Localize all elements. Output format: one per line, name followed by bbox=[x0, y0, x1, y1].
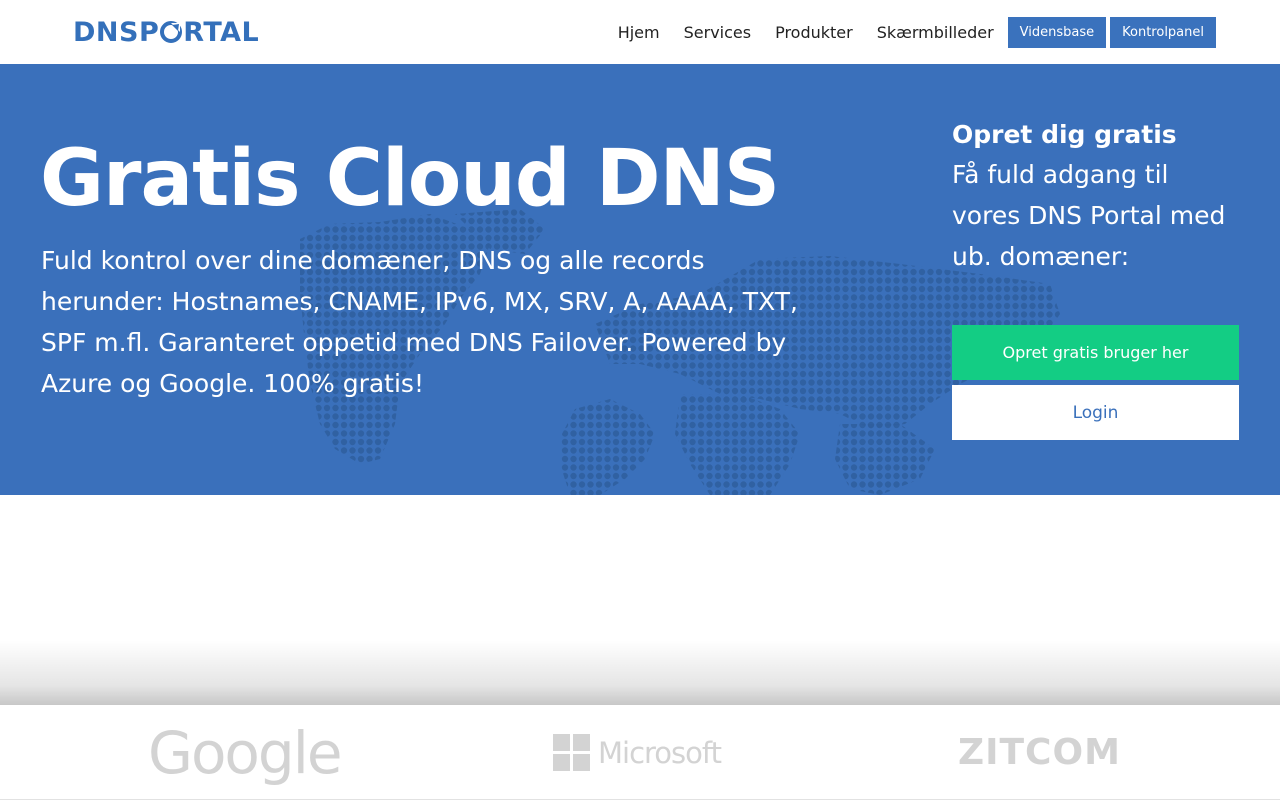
hero-description: Fuld kontrol over dine domæner, DNS og a… bbox=[41, 246, 798, 398]
main-nav: Hjem Services Produkter Skærmbilleder Vi… bbox=[594, 17, 1216, 48]
nav-services[interactable]: Services bbox=[684, 23, 751, 42]
zitcom-logo: ZITCOM bbox=[958, 705, 1121, 800]
dnsportal-logo[interactable]: DNSP RTAL bbox=[73, 15, 259, 49]
nav-home[interactable]: Hjem bbox=[618, 23, 660, 42]
logo-text-left: DNSP bbox=[73, 16, 160, 48]
signup-title: Opret dig gratis bbox=[952, 120, 1177, 149]
windows-logo-icon bbox=[553, 734, 590, 771]
microsoft-logo: Microsoft bbox=[553, 705, 722, 800]
logo-text-right: RTAL bbox=[183, 16, 260, 48]
control-panel-button[interactable]: Kontrolpanel bbox=[1110, 17, 1216, 48]
microsoft-logo-text: Microsoft bbox=[598, 735, 722, 770]
logo-o-arrow-icon bbox=[160, 21, 183, 43]
hero-title: Gratis Cloud DNS bbox=[40, 134, 780, 224]
nav-screenshots[interactable]: Skærmbilleder bbox=[877, 23, 994, 42]
login-button[interactable]: Login bbox=[952, 385, 1239, 440]
hero-section: Gratis Cloud DNS Fuld kontrol over dine … bbox=[0, 64, 1280, 495]
partner-logos: Google Microsoft ZITCOM bbox=[0, 705, 1280, 800]
knowledge-base-button[interactable]: Vidensbase bbox=[1007, 17, 1107, 48]
zitcom-logo-text: ZITCOM bbox=[958, 732, 1121, 773]
site-header: DNSP RTAL Hjem Services Produkter Skærmb… bbox=[0, 0, 1280, 64]
section-shadow bbox=[0, 640, 1280, 705]
signup-text: Få fuld adgang til vores DNS Portal med … bbox=[952, 160, 1226, 271]
create-free-user-button[interactable]: Opret gratis bruger her bbox=[952, 325, 1239, 380]
signup-box: Opret dig gratis Få fuld adgang til vore… bbox=[952, 116, 1242, 277]
google-logo-text: Google bbox=[148, 718, 343, 787]
nav-products[interactable]: Produkter bbox=[775, 23, 853, 42]
google-logo: Google bbox=[148, 705, 343, 800]
